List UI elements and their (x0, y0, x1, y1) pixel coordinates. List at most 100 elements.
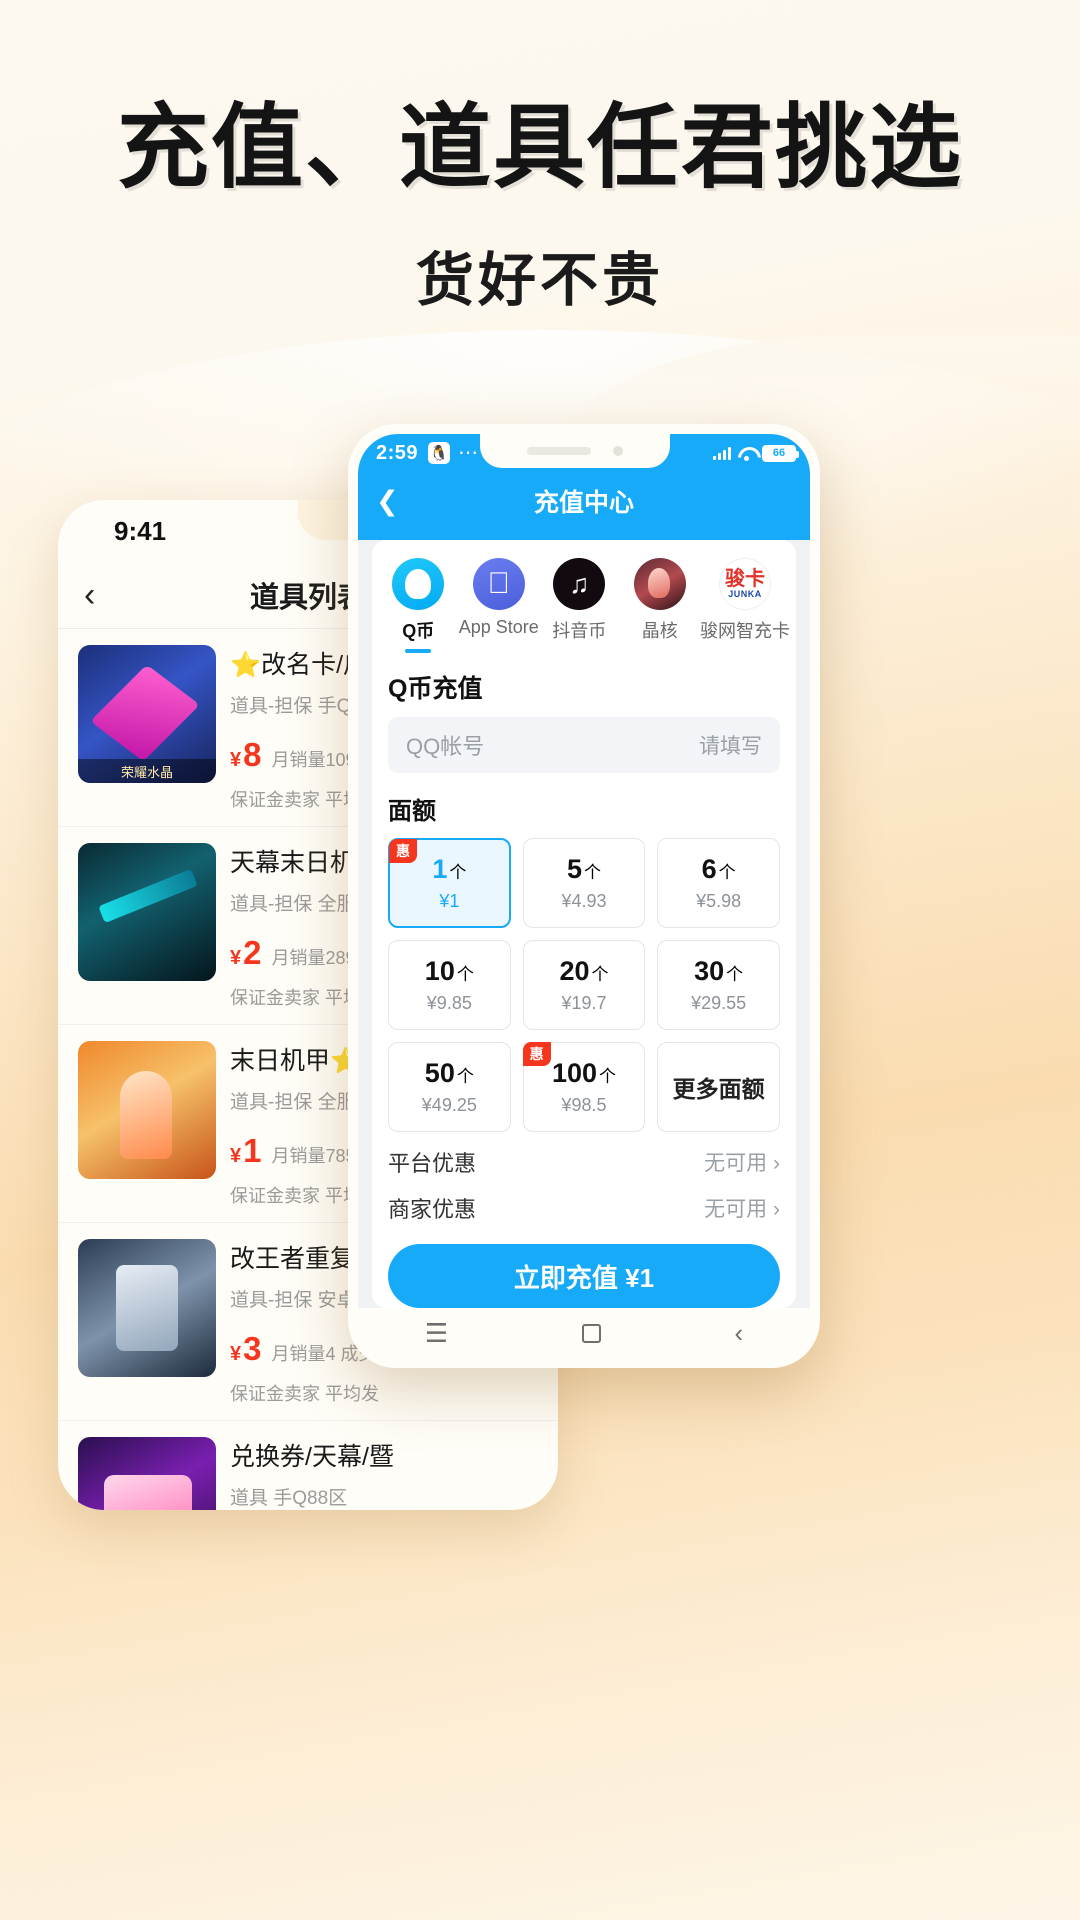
denomination-amount: 100 (551, 1058, 598, 1088)
item-thumbnail (78, 1041, 216, 1179)
denomination-grid: 惠 1个 ¥1 5个 ¥4.93 6个 ¥5.98 10 个 ¥9.85 20 … (388, 838, 780, 1132)
junka-icon: 骏卡 JUNKA (719, 558, 771, 610)
tab-label: App Store (458, 617, 539, 637)
tab-jinghe[interactable]: 晶核 (620, 558, 701, 653)
discount-badge: 惠 (522, 1042, 551, 1066)
denomination-amount: 10 (424, 956, 455, 986)
denomination-unit: 个 (456, 965, 474, 984)
tab-label: Q币 (402, 621, 435, 641)
wifi-icon (738, 447, 755, 461)
denomination-amount: 5 (566, 854, 582, 884)
denomination-price: ¥29.55 (691, 993, 747, 1013)
status-indicators: 66 (713, 444, 799, 462)
speaker-grille (527, 447, 591, 455)
battery-indicator: 66 (762, 444, 799, 462)
apple-icon:  (472, 558, 525, 610)
denomination-unit: 个 (726, 965, 744, 984)
denomination-price: ¥49.25 (421, 1095, 477, 1115)
denomination-amount: 30 (694, 956, 725, 986)
hero-section: 充值、道具任君挑选 货好不贵 (0, 0, 1080, 317)
list-item[interactable]: 兑换券/天幕/暨 道具 手Q88区 ¥ 225 月销量1 成交率100% 平台发… (58, 1421, 558, 1510)
item-thumbnail (78, 843, 216, 981)
item-thumbnail (78, 1239, 216, 1377)
front-phone-nav-bar: ❮ 充值中心 (358, 472, 810, 530)
android-system-bar: ☰ ‹ (358, 1308, 810, 1358)
denomination-option[interactable]: 50 个 ¥49.25 (388, 1042, 511, 1132)
promo-value: 无可用 › (704, 1147, 780, 1177)
denomination-amount: 20 (559, 956, 590, 986)
merchant-promo-row[interactable]: 商家优惠 无可用 › (388, 1178, 780, 1224)
nav-title: 充值中心 (533, 489, 634, 517)
item-price: 8 (243, 736, 262, 773)
status-time: 2:59 (376, 441, 419, 464)
denomination-option[interactable]: 5个 ¥4.93 (522, 838, 646, 928)
tab-label: 骏网智充卡 (700, 621, 790, 641)
jinghe-icon (633, 558, 686, 610)
denomination-price: ¥9.85 (426, 993, 472, 1013)
tab-douyin[interactable]: ♫ 抖音币 (539, 558, 620, 653)
denomination-price: ¥1 (439, 891, 460, 911)
item-seller-info: 保证金卖家 平均发 (230, 1384, 380, 1404)
promo-label: 平台优惠 (388, 1151, 477, 1176)
promo-value-text: 无可用 (704, 1152, 768, 1175)
denomination-option[interactable]: 20 个 ¥19.7 (522, 940, 646, 1030)
tab-appstore[interactable]:  App Store (459, 558, 540, 653)
item-price: 1 (243, 1132, 262, 1169)
front-phone-mockup: 2:59 🐧 ⋯ 66 ❮ 充值中心 Q币 App Store ♫ 抖音币 晶核… (348, 424, 820, 1368)
denomination-option[interactable]: 10 个 ¥9.85 (388, 940, 511, 1030)
chevron-right-icon: › (773, 1198, 780, 1221)
discount-badge: 惠 (389, 839, 417, 863)
status-time: 9:41 (114, 515, 167, 546)
denomination-option[interactable]: 6个 ¥5.98 (657, 838, 780, 928)
denomination-amount: 6 (701, 854, 717, 884)
tab-qcoin[interactable]: Q币 (378, 558, 459, 653)
currency-symbol: ¥ (230, 1343, 242, 1365)
item-price: 2 (243, 934, 262, 971)
denomination-unit: 个 (599, 1067, 617, 1086)
denomination-unit: 个 (718, 863, 736, 882)
denomination-price: ¥5.98 (696, 891, 742, 911)
promo-label: 商家优惠 (388, 1197, 477, 1222)
account-action[interactable]: 请填写 (699, 730, 762, 760)
denomination-amount: 1 (432, 854, 448, 884)
promo-value: 无可用 › (704, 1193, 780, 1223)
denomination-price: ¥98.5 (561, 1095, 607, 1115)
account-field[interactable]: QQ帐号 请填写 (388, 717, 780, 773)
denomination-unit: 个 (449, 863, 467, 882)
currency-symbol: ¥ (230, 749, 242, 771)
home-square-icon[interactable] (581, 1323, 601, 1343)
section-title: Q币充值 (388, 675, 483, 703)
denomination-title: 面额 (388, 798, 436, 825)
chevron-left-icon[interactable]: ‹ (734, 1318, 743, 1349)
item-tags: 道具 手Q88区 (230, 1488, 348, 1509)
thumbnail-badge: 荣耀水晶 (78, 759, 216, 783)
menu-icon[interactable]: ☰ (425, 1318, 448, 1349)
more-denominations-label: 更多面额 (672, 1076, 765, 1102)
front-camera (613, 446, 623, 456)
item-name: 兑换券/天幕/暨 (230, 1443, 394, 1471)
qq-icon (392, 558, 445, 610)
platform-promo-row[interactable]: 平台优惠 无可用 › (388, 1132, 780, 1178)
denomination-unit: 个 (584, 863, 601, 882)
denomination-option[interactable]: 惠 100 个 ¥98.5 (522, 1042, 646, 1132)
tab-label: 抖音币 (552, 621, 607, 641)
promo-value-text: 无可用 (704, 1198, 768, 1221)
denomination-price: ¥4.93 (561, 891, 607, 911)
denomination-option[interactable]: 30 个 ¥29.55 (657, 940, 780, 1030)
item-thumbnail (78, 1437, 216, 1510)
front-phone-screen: 2:59 🐧 ⋯ 66 ❮ 充值中心 Q币 App Store ♫ 抖音币 晶核… (358, 434, 810, 1358)
signal-bars-icon (713, 446, 731, 460)
denomination-option[interactable]: 惠 1个 ¥1 (388, 838, 511, 928)
tab-junka[interactable]: 骏卡 JUNKA 骏网智充卡 (700, 558, 790, 653)
junka-logo-text: 骏卡 (725, 567, 765, 590)
front-phone-notch (480, 434, 670, 468)
chevron-right-icon: › (773, 1152, 780, 1175)
more-denominations-option[interactable]: 更多面额 (657, 1042, 780, 1132)
recharge-now-button[interactable]: 立即充值 ¥1 (388, 1244, 780, 1308)
platform-tabs: Q币  App Store ♫ 抖音币 晶核 (372, 540, 796, 653)
currency-symbol: ¥ (230, 1145, 242, 1167)
junka-logo-sub: JUNKA (728, 588, 762, 599)
recharge-card: Q币  App Store ♫ 抖音币 晶核 (372, 540, 796, 1308)
tab-label: 晶核 (641, 621, 678, 641)
item-thumbnail: 荣耀水晶 (78, 645, 216, 783)
